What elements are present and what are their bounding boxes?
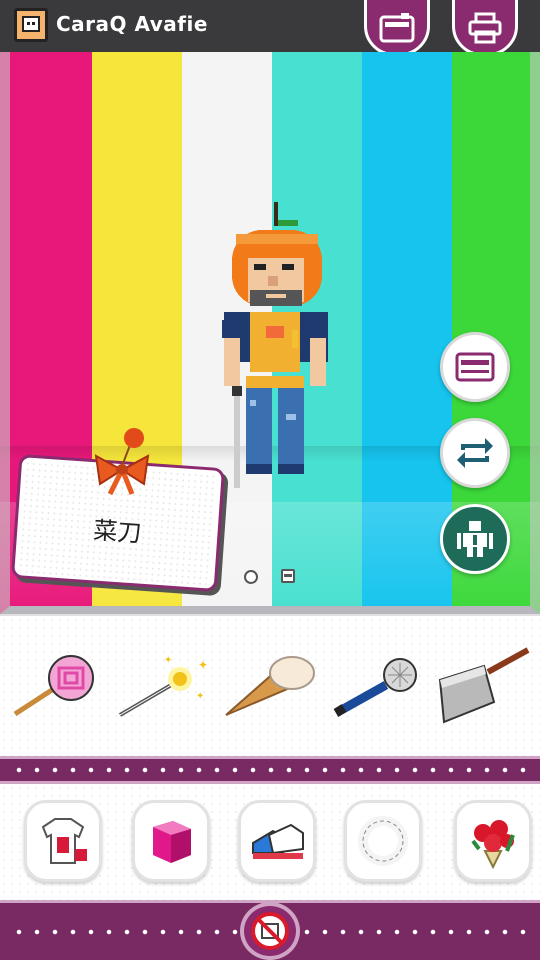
svg-text:✦: ✦	[164, 655, 172, 666]
wardrobe-side-button[interactable]	[440, 332, 510, 402]
top-bar: CaraQ Avafie	[0, 0, 540, 56]
wardrobe-button[interactable]	[364, 0, 430, 56]
category-shoes[interactable]	[238, 800, 316, 882]
print-share-button[interactable]	[452, 0, 518, 56]
item-microphone[interactable]	[330, 638, 426, 734]
accessory-category-icon	[358, 816, 408, 866]
svg-text:✦: ✦	[196, 691, 204, 702]
wardrobe-icon	[455, 352, 495, 382]
swap-button[interactable]	[440, 418, 510, 488]
save-icon[interactable]	[281, 569, 295, 583]
category-accessories[interactable]	[344, 800, 422, 882]
item-cleaver[interactable]	[436, 638, 532, 734]
app-logo-icon	[14, 8, 48, 42]
svg-text:✦: ✦	[198, 658, 208, 672]
app-title: CaraQ Avafie	[56, 12, 208, 36]
printer-icon	[468, 12, 502, 44]
character-button[interactable]	[440, 504, 510, 574]
swap-icon	[457, 438, 493, 468]
character-icon	[457, 521, 493, 557]
hand-item-category-icon	[471, 820, 515, 870]
no-ads-icon	[251, 912, 289, 950]
item-magic-wand[interactable]: ✦ ✦ ✦	[116, 638, 212, 734]
bottom-clothing-category-icon	[153, 821, 191, 863]
page-dot-icon[interactable]	[244, 570, 258, 584]
microphone-icon	[333, 658, 417, 717]
avatar-character[interactable]	[210, 200, 340, 490]
magic-wand-icon: ✦ ✦ ✦	[118, 655, 208, 717]
item-ice-cream-cone[interactable]	[222, 638, 318, 734]
shoes-category-icon	[252, 823, 304, 859]
item-shelf: ✦ ✦ ✦	[0, 614, 540, 756]
selected-item-name: 菜刀	[92, 515, 143, 548]
shelf-divider	[0, 756, 540, 784]
no-ads-button[interactable]	[240, 902, 300, 960]
avatar-stage: 菜刀	[0, 52, 540, 614]
cleaver-icon	[438, 647, 530, 724]
ice-cream-cone-icon	[225, 656, 315, 716]
category-tops[interactable]	[24, 800, 102, 882]
wardrobe-icon	[379, 13, 415, 43]
item-lollipop[interactable]	[8, 638, 104, 734]
lollipop-icon	[13, 655, 94, 717]
bow-icon	[94, 428, 150, 496]
category-bottoms[interactable]	[132, 800, 210, 882]
category-hand-items[interactable]	[454, 800, 532, 882]
category-shelf	[0, 784, 540, 900]
top-clothing-category-icon	[41, 818, 87, 864]
